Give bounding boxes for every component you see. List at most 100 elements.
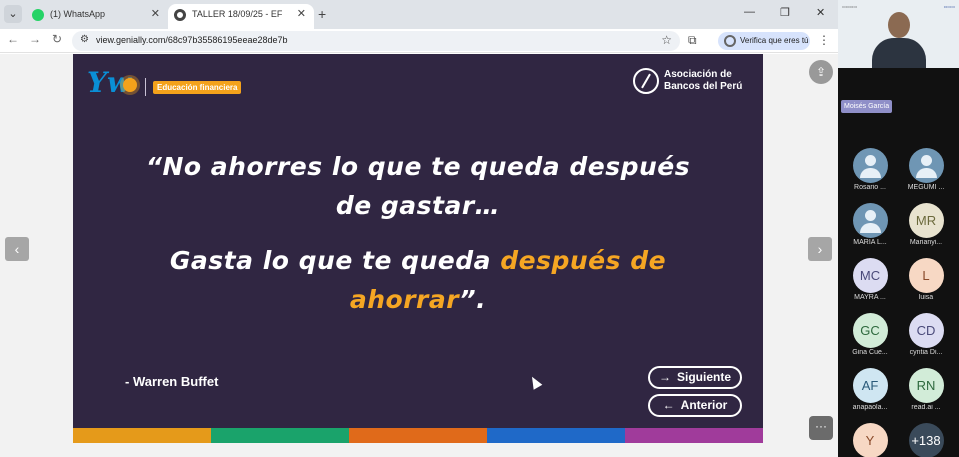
participant-tile[interactable]: AF anapaola... bbox=[845, 368, 895, 411]
participant-name: Rosario ... bbox=[854, 184, 886, 191]
speaker-name-tag: Moisés García bbox=[841, 100, 893, 113]
speaker-body bbox=[872, 38, 926, 68]
quote-end: ”. bbox=[459, 285, 487, 314]
minimize-icon[interactable]: — bbox=[744, 6, 755, 18]
participant-avatar: +138 bbox=[908, 423, 944, 457]
participant-name: MARÍA L... bbox=[853, 239, 887, 246]
back-icon[interactable]: ← bbox=[4, 32, 22, 46]
participant-avatar bbox=[908, 148, 944, 183]
verify-label: Verifica que eres tú bbox=[740, 36, 809, 45]
tab-search-icon[interactable]: ⌄ bbox=[4, 5, 22, 23]
participant-avatar bbox=[852, 203, 888, 238]
participant-avatar: AF bbox=[852, 368, 888, 403]
participant-avatar: Y bbox=[852, 423, 888, 457]
quote-highlight: ahorrar bbox=[349, 285, 460, 314]
participant-tile[interactable]: Rosario ... bbox=[845, 148, 895, 191]
video-watermark: ▭▭▭▭ bbox=[842, 4, 858, 9]
partner-name-line1: Asociación de bbox=[664, 69, 732, 80]
participant-tile[interactable]: MC MAYRA ... bbox=[845, 258, 895, 301]
participant-name: anapaola... bbox=[852, 404, 888, 411]
participant-name: cyntia Di... bbox=[909, 349, 943, 356]
participant-name: MEGUMI ... bbox=[907, 184, 945, 191]
participant-tile[interactable]: MARÍA L... bbox=[845, 203, 895, 246]
more-options-button[interactable]: ··· bbox=[809, 416, 833, 440]
participant-name: luisa bbox=[918, 294, 934, 301]
screen: ⌄ (1) WhatsApp ✕ TALLER 18/09/25 - EF ✕ … bbox=[0, 0, 959, 457]
participant-name: Marianyi... bbox=[909, 239, 943, 246]
tab-strip: ⌄ (1) WhatsApp ✕ TALLER 18/09/25 - EF ✕ … bbox=[0, 0, 838, 29]
participant-tile[interactable]: RN read.ai ... bbox=[901, 368, 951, 411]
meeting-panel: ▭▭▭▭ ▭▭▭ Moisés García Rosario ... MEGUMI… bbox=[838, 0, 959, 457]
presentation-slide: Yw Educación financiera Asociación de Ba… bbox=[73, 54, 763, 443]
quote-text: Gasta lo que te queda bbox=[169, 246, 492, 275]
arrow-right-icon: → bbox=[658, 370, 671, 384]
tab-label: (1) WhatsApp bbox=[50, 9, 106, 19]
tab-whatsapp[interactable]: (1) WhatsApp ✕ bbox=[26, 4, 168, 29]
restore-icon[interactable]: ❐ bbox=[780, 6, 790, 19]
participant-tile[interactable]: GC Gina Cue... bbox=[845, 313, 895, 356]
participant-avatar bbox=[852, 148, 888, 183]
bookmark-star-icon[interactable]: ☆ bbox=[661, 33, 672, 47]
band-segment bbox=[625, 428, 763, 443]
participant-tile[interactable]: MR Marianyi... bbox=[901, 203, 951, 246]
browser-menu-icon[interactable]: ⋮ bbox=[818, 33, 830, 47]
participant-tile[interactable]: CD cyntia Di... bbox=[901, 313, 951, 356]
participant-avatar: RN bbox=[908, 368, 944, 403]
anterior-button[interactable]: ← Anterior bbox=[648, 394, 742, 417]
address-bar[interactable]: ⚙ view.genially.com/68c97b35586195eeae28… bbox=[72, 31, 680, 51]
brand-badge: Educación financiera bbox=[153, 81, 242, 94]
siguiente-button[interactable]: → Siguiente bbox=[648, 366, 742, 389]
asbanc-logo: Asociación de Bancos del Perú bbox=[633, 68, 753, 96]
share-icon[interactable]: ⇪ bbox=[809, 60, 833, 84]
forward-icon[interactable]: → bbox=[26, 32, 44, 46]
close-tab-icon[interactable]: ✕ bbox=[151, 4, 160, 25]
new-tab-button[interactable]: + bbox=[318, 6, 326, 22]
partner-name-line2: Bancos del Perú bbox=[664, 81, 743, 92]
extensions-icon[interactable]: ⧉ bbox=[688, 33, 697, 48]
band-segment bbox=[487, 428, 625, 443]
prev-slide-button[interactable]: ‹ bbox=[5, 237, 29, 261]
account-icon bbox=[724, 35, 736, 47]
quote-line-3: Gasta lo que te queda después de bbox=[113, 242, 723, 280]
participant-name: read.ai ... bbox=[911, 404, 941, 411]
participant-avatar: L bbox=[908, 258, 944, 293]
verify-identity-button[interactable]: Verifica que eres tú bbox=[718, 32, 810, 50]
participant-tile[interactable]: Lluisa bbox=[901, 258, 951, 301]
site-info-icon[interactable]: ⚙ bbox=[80, 34, 89, 45]
quote-line-1: “No ahorres lo que te queda después bbox=[145, 152, 691, 181]
page-viewport: ‹ › ⇪ ··· Yw Educación financiera Asocia… bbox=[0, 54, 838, 457]
browser-toolbar: ← → ↻ ⚙ view.genially.com/68c97b35586195… bbox=[0, 29, 838, 53]
next-slide-button[interactable]: › bbox=[808, 237, 832, 261]
close-window-icon[interactable]: ✕ bbox=[816, 6, 825, 19]
speaker-video: ▭▭▭▭ ▭▭▭ bbox=[838, 0, 959, 68]
quote-line-4: ahorrar”. bbox=[113, 281, 723, 319]
band-segment bbox=[349, 428, 487, 443]
asbanc-mark-icon bbox=[633, 68, 659, 94]
participant-avatar: GC bbox=[852, 313, 888, 348]
participant-tile[interactable]: +138 bbox=[901, 423, 951, 457]
close-tab-icon[interactable]: ✕ bbox=[297, 4, 306, 25]
anterior-label: Anterior bbox=[680, 398, 728, 412]
reload-icon[interactable]: ↻ bbox=[48, 32, 66, 46]
siguiente-label: Siguiente bbox=[676, 370, 731, 384]
participant-name: MAYRA ... bbox=[854, 294, 886, 301]
browser-window: ⌄ (1) WhatsApp ✕ TALLER 18/09/25 - EF ✕ … bbox=[0, 0, 838, 457]
participant-avatar: MC bbox=[852, 258, 888, 293]
color-band bbox=[73, 428, 763, 443]
url-text[interactable]: view.genially.com/68c97b35586195eeae28de… bbox=[96, 35, 288, 45]
band-segment bbox=[211, 428, 349, 443]
logo-divider bbox=[145, 78, 146, 96]
tab-label: TALLER 18/09/25 - EF bbox=[192, 9, 283, 19]
band-segment bbox=[73, 428, 211, 443]
participant-tile[interactable]: MEGUMI ... bbox=[901, 148, 951, 191]
participant-name: Gina Cue... bbox=[852, 349, 888, 356]
video-logo: ▭▭▭ bbox=[943, 4, 955, 9]
quote-highlight: después de bbox=[500, 246, 667, 275]
quote-line-2: de gastar… bbox=[335, 191, 501, 220]
participant-tile[interactable]: Y bbox=[845, 423, 895, 457]
genially-icon bbox=[174, 9, 186, 21]
whatsapp-icon bbox=[32, 9, 44, 21]
participant-avatar: CD bbox=[908, 313, 944, 348]
sun-icon bbox=[123, 78, 137, 92]
tab-taller[interactable]: TALLER 18/09/25 - EF ✕ bbox=[168, 4, 314, 29]
